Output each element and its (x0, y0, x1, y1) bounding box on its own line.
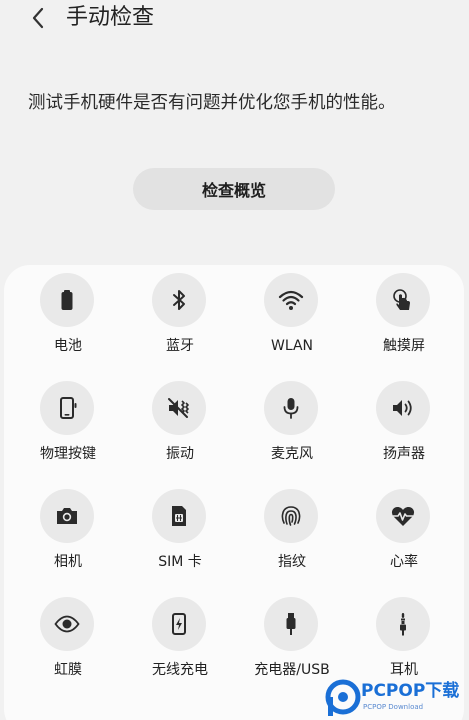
manual-check-screen: 手动检查 测试手机硬件是否有问题并优化您手机的性能。 检查概览 电池 蓝牙 WL… (0, 0, 469, 720)
back-button[interactable] (24, 4, 52, 32)
fingerprint-icon (281, 506, 301, 526)
usb-charger-icon-circle (264, 597, 318, 651)
phone-button-icon (60, 397, 77, 419)
wireless-charging-icon (172, 613, 186, 635)
sim-card-icon-circle (152, 489, 206, 543)
eye-icon-circle (40, 597, 94, 651)
test-item-label: 振动 (166, 446, 194, 462)
speaker-icon (393, 400, 412, 416)
test-item-wireless-charging[interactable]: 无线充电 (124, 597, 236, 687)
test-item-speaker[interactable]: 扬声器 (348, 381, 460, 471)
test-item-iris[interactable]: 虹膜 (12, 597, 124, 687)
test-item-label: 电池 (54, 338, 82, 354)
test-item-physical-keys[interactable]: 物理按键 (12, 381, 124, 471)
watermark: PCPOP下载 PCPOP Download (325, 676, 469, 720)
test-item-label: SIM 卡 (158, 554, 202, 570)
test-item-label: 指纹 (278, 554, 306, 570)
wifi-icon (278, 290, 304, 310)
pcpop-logo-icon (325, 679, 361, 716)
test-item-vibration[interactable]: 振动 (124, 381, 236, 471)
vibration-icon (168, 398, 189, 418)
usb-charger-icon (286, 613, 296, 635)
bluetooth-icon-circle (152, 273, 206, 327)
test-item-sim-card[interactable]: SIM 卡 (124, 489, 236, 579)
test-item-bluetooth[interactable]: 蓝牙 (124, 273, 236, 363)
test-item-charger-usb[interactable]: 充电器/USB (236, 597, 348, 687)
eye-icon (54, 615, 80, 633)
page-title: 手动检查 (66, 5, 155, 30)
chevron-left-icon (32, 7, 44, 29)
watermark-text: PCPOP下载 (361, 681, 460, 701)
test-item-label: 触摸屏 (383, 338, 425, 354)
speaker-icon-circle (376, 381, 430, 435)
battery-icon (61, 290, 73, 310)
hardware-test-panel: 电池 蓝牙 WLAN 触摸屏 物理按键 振动 麦克风 扬声器 相机 SIM 卡 … (4, 265, 464, 720)
earphone-jack-icon (400, 613, 406, 636)
fingerprint-icon-circle (264, 489, 318, 543)
wifi-icon-circle (264, 273, 318, 327)
test-item-label: 扬声器 (383, 446, 425, 462)
header: 手动检查 (0, 0, 469, 44)
phone-button-icon-circle (40, 381, 94, 435)
test-item-camera[interactable]: 相机 (12, 489, 124, 579)
test-item-label: 心率 (390, 554, 418, 570)
bluetooth-icon (173, 290, 185, 310)
test-item-label: 无线充电 (152, 662, 208, 678)
watermark-subtext: PCPOP Download (363, 703, 424, 711)
test-item-label: 相机 (54, 554, 82, 570)
earphone-jack-icon-circle (376, 597, 430, 651)
camera-icon (57, 508, 77, 524)
battery-icon-circle (40, 273, 94, 327)
touch-icon-circle (376, 273, 430, 327)
test-item-label: 麦克风 (271, 446, 313, 462)
touch-icon (393, 289, 410, 310)
test-item-label: WLAN (270, 338, 313, 354)
test-item-heart-rate[interactable]: 心率 (348, 489, 460, 579)
test-item-label: 虹膜 (54, 662, 82, 678)
heart-rate-icon (391, 506, 415, 526)
microphone-icon (283, 398, 299, 419)
sim-card-icon (172, 506, 186, 526)
camera-icon-circle (40, 489, 94, 543)
wireless-charging-icon-circle (152, 597, 206, 651)
description-text: 测试手机硬件是否有问题并优化您手机的性能。 (28, 93, 396, 113)
test-item-earphones[interactable]: 耳机 (348, 597, 460, 687)
heart-rate-icon-circle (376, 489, 430, 543)
test-item-battery[interactable]: 电池 (12, 273, 124, 363)
test-item-label: 蓝牙 (166, 338, 194, 354)
vibration-icon-circle (152, 381, 206, 435)
test-item-microphone[interactable]: 麦克风 (236, 381, 348, 471)
check-overview-button[interactable]: 检查概览 (133, 168, 335, 210)
test-item-wlan[interactable]: WLAN (236, 273, 348, 363)
microphone-icon-circle (264, 381, 318, 435)
test-item-touchscreen[interactable]: 触摸屏 (348, 273, 460, 363)
test-item-label: 物理按键 (40, 446, 96, 462)
test-item-fingerprint[interactable]: 指纹 (236, 489, 348, 579)
